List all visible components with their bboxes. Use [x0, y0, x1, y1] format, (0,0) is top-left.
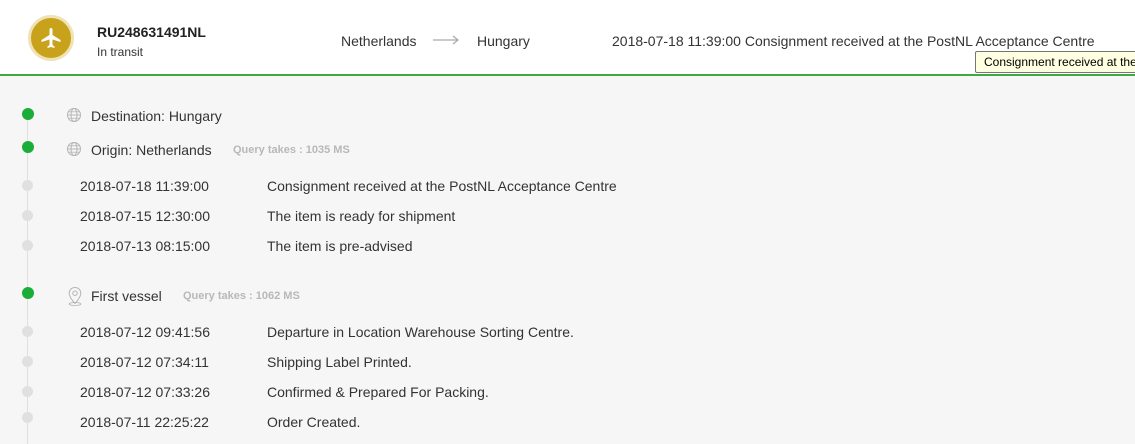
timeline-dot — [22, 386, 33, 397]
event-tooltip: Consignment received at the PostNL Accep… — [975, 51, 1135, 73]
latest-event-link[interactable]: 2018-07-18 11:39:00 Consignment received… — [612, 33, 1095, 49]
timeline-dot-active — [22, 141, 34, 153]
first-vessel-label: First vessel — [91, 288, 162, 304]
event-description: The item is ready for shipment — [267, 208, 456, 224]
globe-icon — [67, 142, 81, 156]
timeline-dot-active — [22, 108, 34, 120]
timeline-dot — [22, 356, 33, 367]
event-description: The item is pre-advised — [267, 238, 413, 254]
route-origin: Netherlands — [341, 33, 417, 49]
timeline-dot — [22, 240, 33, 251]
event-description: Departure in Location Warehouse Sorting … — [267, 324, 574, 340]
timeline-dot-active — [22, 287, 34, 299]
tracking-number: RU248631491NL — [97, 24, 206, 40]
event-description: Order Created. — [267, 414, 361, 430]
event-date: 2018-07-11 22:25:22 — [80, 414, 209, 430]
timeline-dot — [22, 412, 33, 423]
route-destination: Hungary — [477, 33, 530, 49]
event-date: 2018-07-15 12:30:00 — [80, 208, 210, 224]
globe-icon — [67, 108, 81, 122]
event-date: 2018-07-18 11:39:00 — [80, 178, 209, 194]
origin-query-time: Query takes : 1035 MS — [233, 144, 350, 156]
event-description: Confirmed & Prepared For Packing. — [267, 384, 489, 400]
tracking-header: RU248631491NL In transit Netherlands Hun… — [0, 0, 1135, 76]
event-date: 2018-07-12 07:33:26 — [80, 384, 210, 400]
arrow-right-icon — [433, 35, 459, 45]
location-pin-icon — [68, 286, 82, 306]
timeline-dot — [22, 180, 33, 191]
airplane-icon — [28, 15, 74, 61]
timeline-dot — [22, 326, 33, 337]
event-description: Shipping Label Printed. — [267, 354, 412, 370]
event-date: 2018-07-12 09:41:56 — [80, 324, 210, 340]
destination-label: Destination: Hungary — [91, 108, 222, 124]
first-vessel-query-time: Query takes : 1062 MS — [183, 290, 300, 302]
event-date: 2018-07-12 07:34:11 — [80, 354, 209, 370]
timeline-dot — [22, 210, 33, 221]
event-description: Consignment received at the PostNL Accep… — [267, 178, 617, 194]
event-date: 2018-07-13 08:15:00 — [80, 238, 210, 254]
origin-label: Origin: Netherlands — [91, 142, 212, 158]
shipment-status: In transit — [97, 45, 144, 59]
